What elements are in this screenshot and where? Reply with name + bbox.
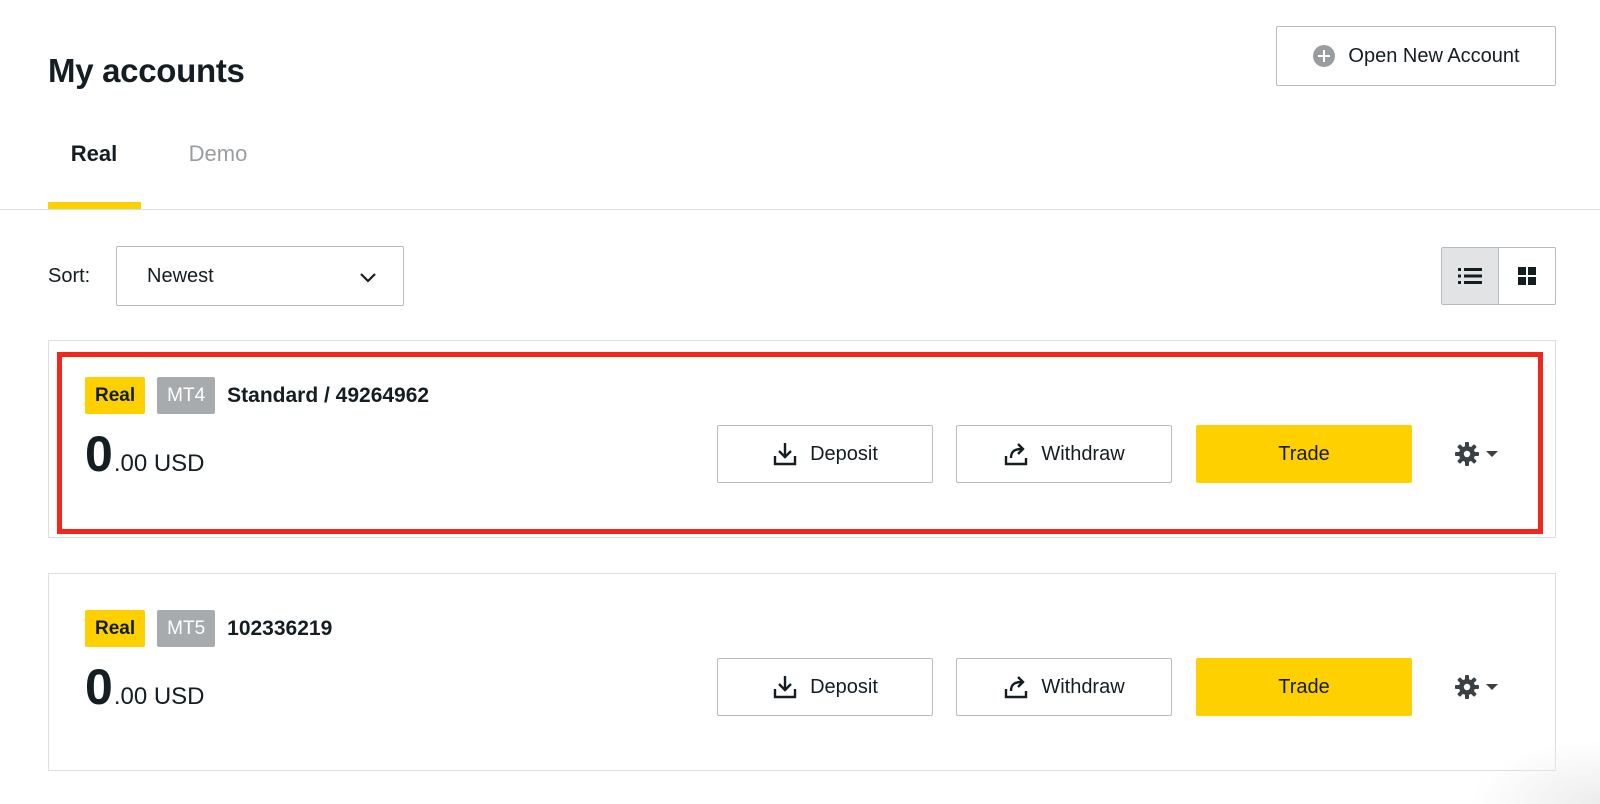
tab-real[interactable]: Real xyxy=(48,108,140,210)
plus-circle-icon xyxy=(1312,44,1336,68)
sort-selected-value: Newest xyxy=(147,264,214,287)
balance-integer: 0 xyxy=(85,659,113,715)
platform-badge: MT5 xyxy=(157,610,216,647)
account-type-badge: Real xyxy=(85,377,146,414)
account-name: Standard / 49264962 xyxy=(227,383,430,407)
account-badges: Real MT4 Standard / 49264962 xyxy=(85,377,429,414)
account-balance: 0 .00 USD xyxy=(85,662,205,712)
open-new-account-label: Open New Account xyxy=(1348,44,1520,67)
withdraw-button[interactable]: Withdraw xyxy=(956,425,1172,483)
list-icon xyxy=(1457,268,1482,284)
balance-fraction-currency: .00 USD xyxy=(113,683,205,710)
withdraw-button[interactable]: Withdraw xyxy=(956,658,1172,716)
account-balance: 0 .00 USD xyxy=(85,429,205,479)
caret-down-icon xyxy=(1486,684,1498,690)
share-out-icon xyxy=(1005,676,1028,699)
account-name: 102336219 xyxy=(227,616,333,640)
platform-badge: MT4 xyxy=(157,377,216,414)
withdraw-label: Withdraw xyxy=(1041,675,1125,698)
deposit-label: Deposit xyxy=(810,442,878,465)
my-accounts-page: My accounts Open New Account Real Demo S… xyxy=(0,0,1600,804)
account-settings-menu[interactable] xyxy=(1454,672,1506,702)
withdraw-label: Withdraw xyxy=(1041,442,1125,465)
caret-down-icon xyxy=(1486,451,1498,457)
account-settings-menu[interactable] xyxy=(1454,439,1506,469)
gear-icon xyxy=(1455,442,1479,466)
chevron-down-icon xyxy=(360,273,376,283)
page-title: My accounts xyxy=(48,52,245,89)
sort-label: Sort: xyxy=(48,265,91,287)
account-card: Real MT5 102336219 0 .00 USD Deposit Wit… xyxy=(48,573,1556,771)
account-card: Real MT4 Standard / 49264962 0 .00 USD D… xyxy=(48,340,1556,538)
tab-demo[interactable]: Demo xyxy=(172,108,264,210)
download-icon xyxy=(773,443,797,466)
account-badges: Real MT5 102336219 xyxy=(85,610,332,647)
open-new-account-button[interactable]: Open New Account xyxy=(1276,26,1556,86)
trade-button[interactable]: Trade xyxy=(1196,425,1412,483)
gear-icon xyxy=(1455,675,1479,699)
list-view-button[interactable] xyxy=(1442,248,1499,304)
tabs-divider xyxy=(0,209,1600,210)
deposit-label: Deposit xyxy=(810,675,878,698)
download-icon xyxy=(773,676,797,699)
balance-integer: 0 xyxy=(85,426,113,482)
view-toggle xyxy=(1441,247,1556,305)
account-type-badge: Real xyxy=(85,610,146,647)
grid-view-button[interactable] xyxy=(1499,248,1556,304)
share-out-icon xyxy=(1005,443,1028,466)
balance-fraction-currency: .00 USD xyxy=(113,450,205,477)
deposit-button[interactable]: Deposit xyxy=(717,425,933,483)
grid-icon xyxy=(1517,267,1536,285)
sort-dropdown[interactable]: Newest xyxy=(116,246,404,306)
trade-button[interactable]: Trade xyxy=(1196,658,1412,716)
deposit-button[interactable]: Deposit xyxy=(717,658,933,716)
